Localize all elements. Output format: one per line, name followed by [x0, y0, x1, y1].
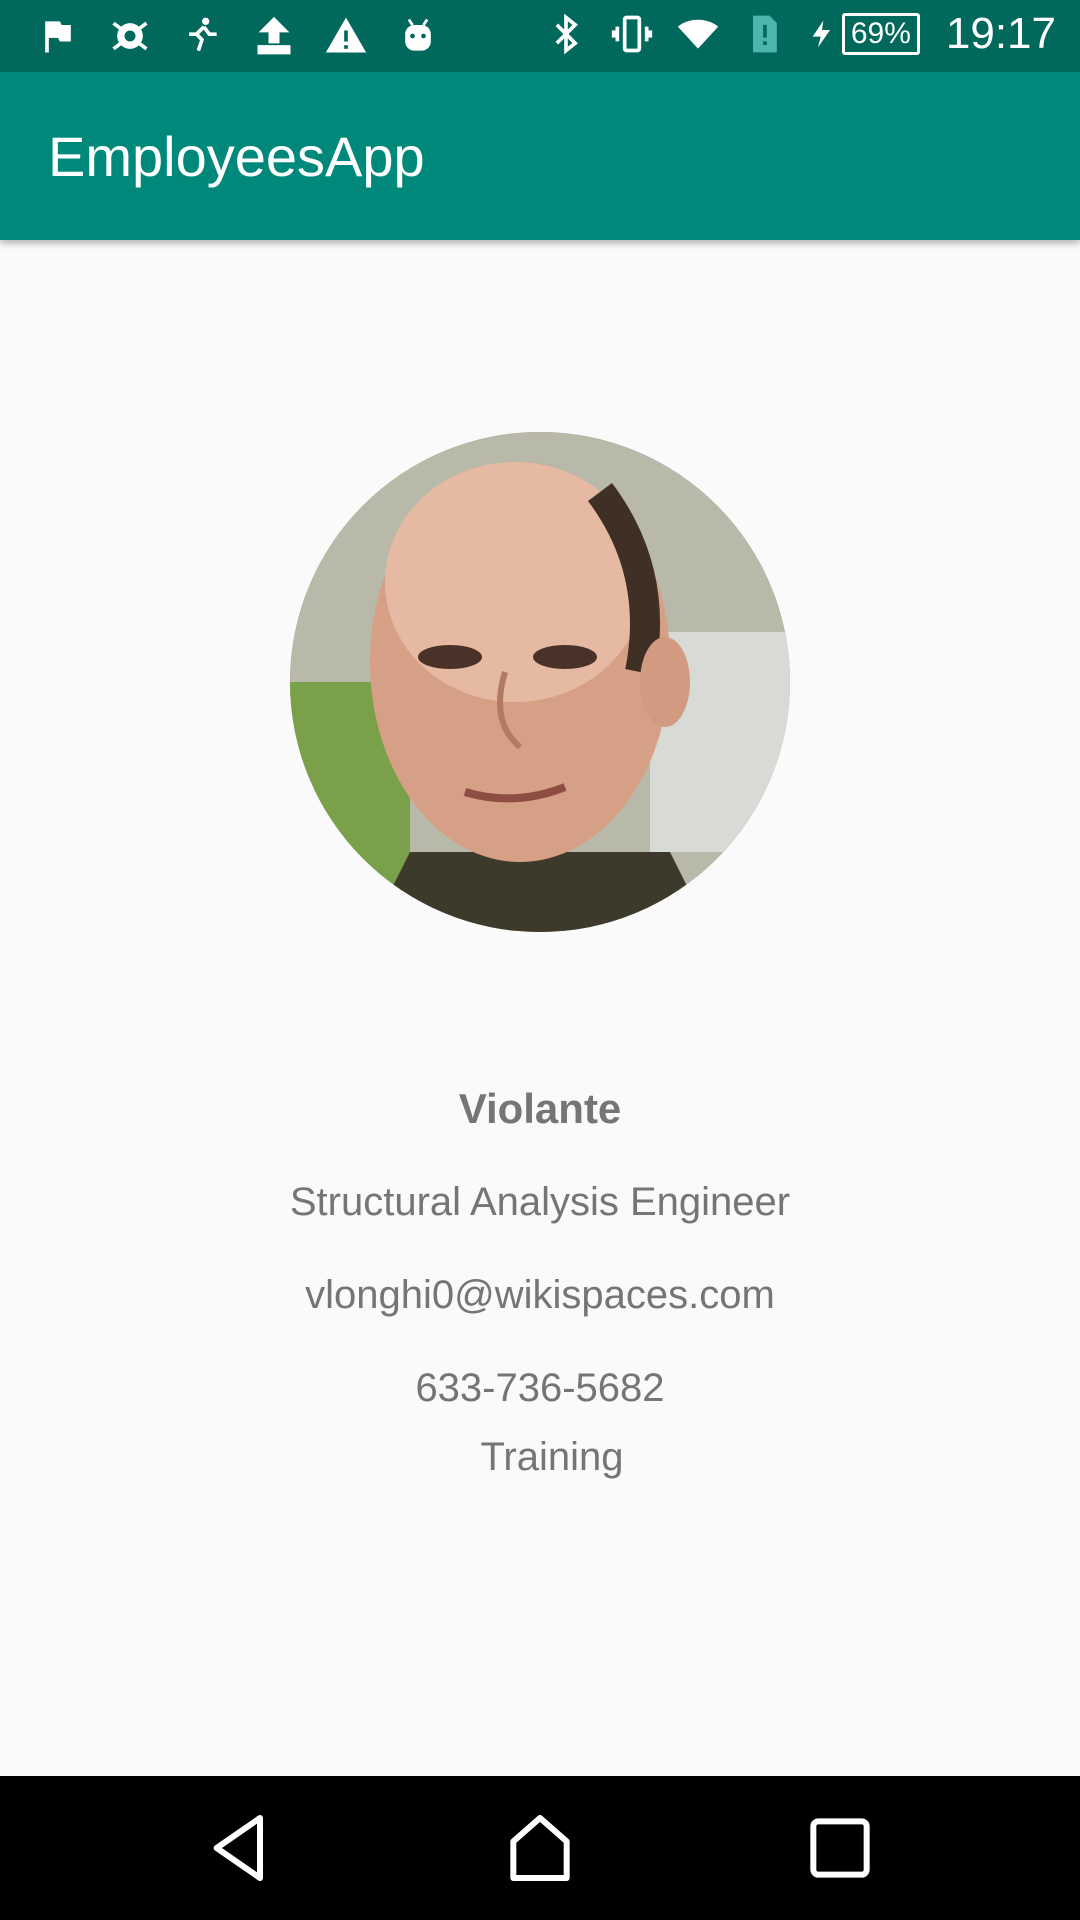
back-button[interactable] [198, 1806, 282, 1890]
back-icon [213, 1815, 263, 1881]
bluetooth-icon [542, 8, 590, 60]
status-bar: 69% 19:17 [0, 0, 1080, 72]
warning-icon [322, 10, 370, 62]
employee-phone[interactable]: 633-736-5682 [0, 1366, 1080, 1411]
employee-job-title: Structural Analysis Engineer [289, 1180, 791, 1224]
runner-icon [178, 10, 226, 62]
battery-percent: 69% [841, 13, 920, 55]
app-bar: EmployeesApp [0, 72, 1080, 240]
charging-icon [806, 8, 838, 60]
upload-icon [250, 10, 298, 62]
app-title: EmployeesApp [48, 125, 425, 188]
employee-name: Violante [458, 1085, 622, 1132]
employee-photo [290, 432, 790, 932]
flag-icon [34, 10, 82, 62]
employee-department: Training [480, 1435, 624, 1479]
battery-indicator: 69% [806, 8, 920, 60]
system-icons: 69% 19:17 [542, 8, 1056, 60]
bug-icon [106, 10, 154, 62]
home-icon [510, 1815, 570, 1881]
navigation-bar [0, 1776, 1080, 1920]
employee-email[interactable]: vlonghi0@wikispaces.com [0, 1273, 1080, 1318]
vibrate-icon [608, 8, 656, 60]
clock: 19:17 [945, 9, 1056, 58]
recents-button[interactable] [798, 1806, 882, 1890]
sim-alert-icon [740, 8, 788, 60]
notification-icons [34, 10, 442, 62]
home-button[interactable] [498, 1806, 582, 1890]
recents-icon [810, 1818, 870, 1878]
android-icon [394, 10, 442, 62]
wifi-icon [674, 8, 722, 60]
